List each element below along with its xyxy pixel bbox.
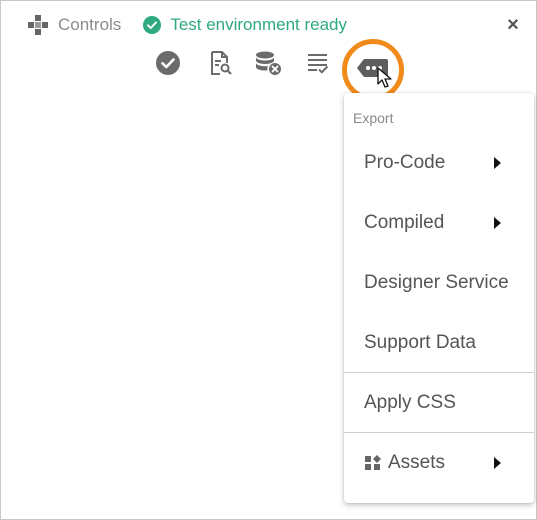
- menu-section-export: Export: [353, 110, 394, 126]
- menu-item-designer-service[interactable]: Designer Service: [344, 255, 534, 311]
- check-circle-icon: [143, 16, 162, 34]
- menu-item-label: Compiled: [364, 212, 445, 233]
- assets-icon: [364, 454, 382, 472]
- menu-item-support-data[interactable]: Support Data: [344, 315, 534, 371]
- more-options-button[interactable]: [342, 39, 404, 101]
- controls-icon: [27, 14, 49, 36]
- menu-divider: [344, 432, 534, 433]
- submenu-arrow-icon: [494, 157, 501, 169]
- menu-item-assets[interactable]: Assets: [344, 435, 534, 491]
- mouse-cursor-icon: [377, 67, 393, 89]
- status-text: Test environment ready: [170, 15, 348, 34]
- validate-button[interactable]: [154, 50, 182, 81]
- menu-item-label: Designer Service: [364, 272, 509, 293]
- menu-item-label: Support Data: [364, 332, 476, 353]
- database-delete-icon: [254, 50, 282, 81]
- clear-database-button[interactable]: [254, 51, 282, 79]
- panel-header: Controls Test environment ready: [27, 13, 347, 37]
- submenu-arrow-icon: [494, 217, 501, 229]
- export-menu: Export Pro-Code Compiled Designer Servic…: [344, 93, 534, 503]
- check-badge-icon: [155, 50, 181, 81]
- preview-button[interactable]: [206, 50, 234, 81]
- menu-divider: [344, 372, 534, 373]
- controls-panel: Controls Test environment ready × Export…: [0, 0, 537, 520]
- menu-item-compiled[interactable]: Compiled: [344, 195, 534, 251]
- menu-item-apply-css[interactable]: Apply CSS: [344, 375, 534, 431]
- menu-item-label: Assets: [388, 452, 446, 473]
- submenu-arrow-icon: [494, 457, 501, 469]
- close-button[interactable]: ×: [503, 15, 523, 35]
- menu-item-pro-code[interactable]: Pro-Code: [344, 135, 534, 191]
- menu-item-label: Apply CSS: [364, 392, 456, 413]
- document-search-icon: [207, 50, 233, 81]
- controls-label: Controls: [58, 15, 122, 34]
- checklist-button[interactable]: [304, 51, 332, 79]
- checklist-icon: [305, 50, 331, 81]
- menu-item-label: Pro-Code: [364, 152, 446, 173]
